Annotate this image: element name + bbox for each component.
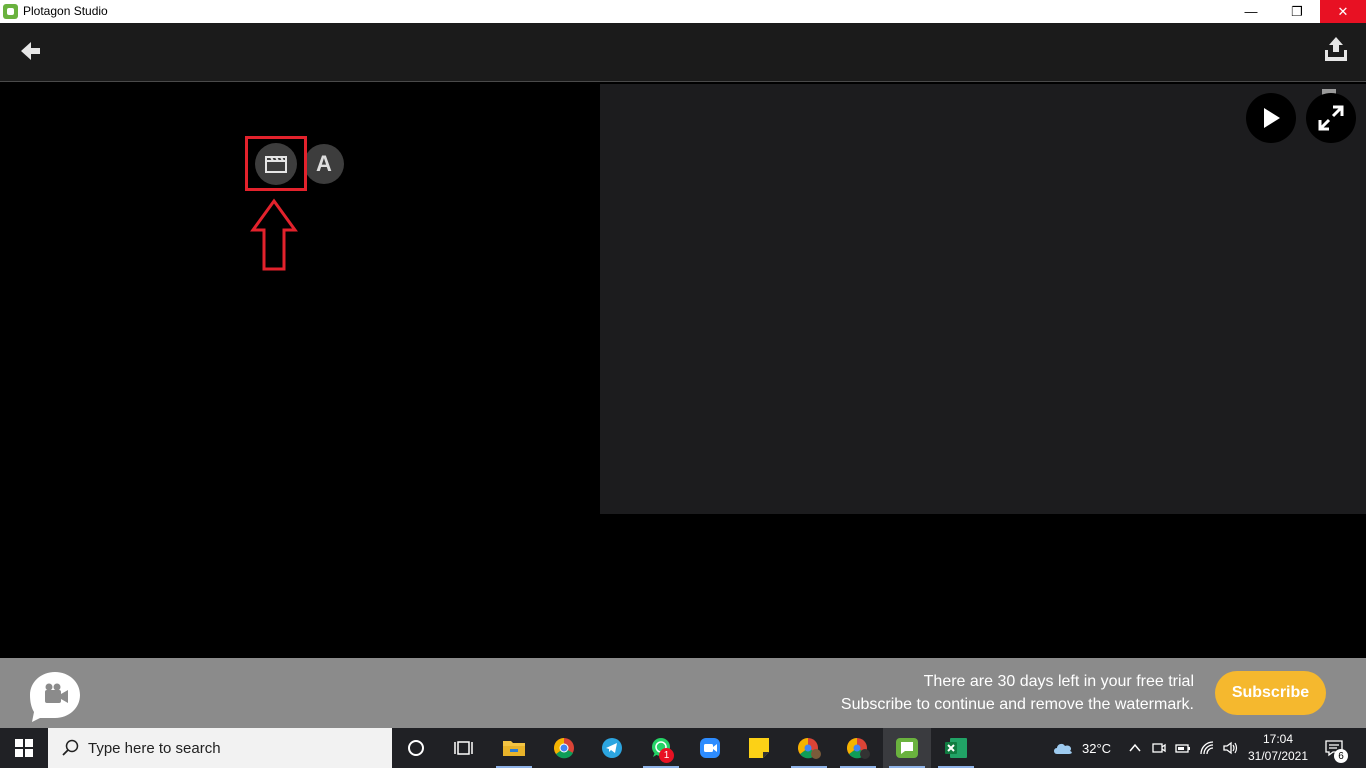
search-placeholder: Type here to search (88, 740, 221, 757)
export-button[interactable] (1322, 35, 1350, 65)
chrome-profile-icon[interactable] (785, 728, 833, 768)
search-icon (62, 739, 79, 756)
chrome-profile-2-icon[interactable] (834, 728, 882, 768)
restore-button[interactable]: ❐ (1274, 0, 1320, 23)
title-bar: Plotagon Studio — ❐ ✕ (0, 0, 1366, 23)
annotation-highlight-box (245, 136, 307, 191)
wifi-icon[interactable] (1199, 740, 1215, 756)
notification-count-badge: 6 (1334, 749, 1348, 763)
trial-subscribe-text: Subscribe to continue and remove the wat… (840, 696, 1194, 713)
file-explorer-icon[interactable] (490, 728, 538, 768)
add-text-button[interactable]: A (304, 144, 344, 184)
start-button[interactable] (0, 728, 48, 768)
plotagon-icon[interactable] (883, 728, 931, 768)
windows-taskbar: Type here to search 1 32°C 17:04 31/07/2… (0, 728, 1366, 768)
trial-days-text: There are 30 days left in your free tria… (923, 673, 1194, 690)
app-toolbar (0, 23, 1366, 82)
video-preview (600, 84, 1366, 514)
chrome-icon[interactable] (540, 728, 588, 768)
expand-icon (1318, 105, 1344, 131)
plotagon-logo-icon (30, 672, 80, 722)
cortana-icon[interactable] (392, 728, 440, 768)
plotagon-app-icon (3, 4, 18, 19)
clock-time[interactable]: 17:04 (1250, 732, 1306, 746)
chevron-up-icon[interactable] (1127, 740, 1143, 756)
minimize-button[interactable]: — (1228, 0, 1274, 23)
play-icon (1264, 108, 1280, 128)
weather-cloud-icon[interactable] (1052, 740, 1074, 756)
arrow-left-icon (21, 42, 40, 60)
volume-icon[interactable] (1222, 740, 1238, 756)
excel-icon[interactable] (932, 728, 980, 768)
trial-banner: There are 30 days left in your free tria… (0, 658, 1366, 728)
task-view-icon[interactable] (440, 728, 488, 768)
meet-now-icon[interactable] (1151, 740, 1167, 756)
close-button[interactable]: ✕ (1320, 0, 1366, 23)
subscribe-button[interactable]: Subscribe (1215, 671, 1326, 715)
play-button[interactable] (1246, 93, 1296, 143)
weather-temperature[interactable]: 32°C (1082, 741, 1111, 756)
window-title: Plotagon Studio (23, 4, 108, 18)
windows-logo-icon (15, 739, 33, 757)
sticky-notes-icon[interactable] (735, 728, 783, 768)
fullscreen-button[interactable] (1306, 93, 1356, 143)
taskbar-search-box[interactable]: Type here to search (48, 728, 392, 768)
up-arrow-outline-icon (250, 198, 298, 271)
whatsapp-icon[interactable] (637, 728, 685, 768)
whatsapp-unread-badge: 1 (659, 748, 674, 763)
clock-date[interactable]: 31/07/2021 (1246, 749, 1310, 763)
zoom-icon[interactable] (686, 728, 734, 768)
battery-icon[interactable] (1175, 740, 1191, 756)
export-upload-icon (1325, 37, 1347, 61)
telegram-icon[interactable] (588, 728, 636, 768)
back-button[interactable] (15, 37, 45, 65)
preview-background (600, 514, 1366, 658)
